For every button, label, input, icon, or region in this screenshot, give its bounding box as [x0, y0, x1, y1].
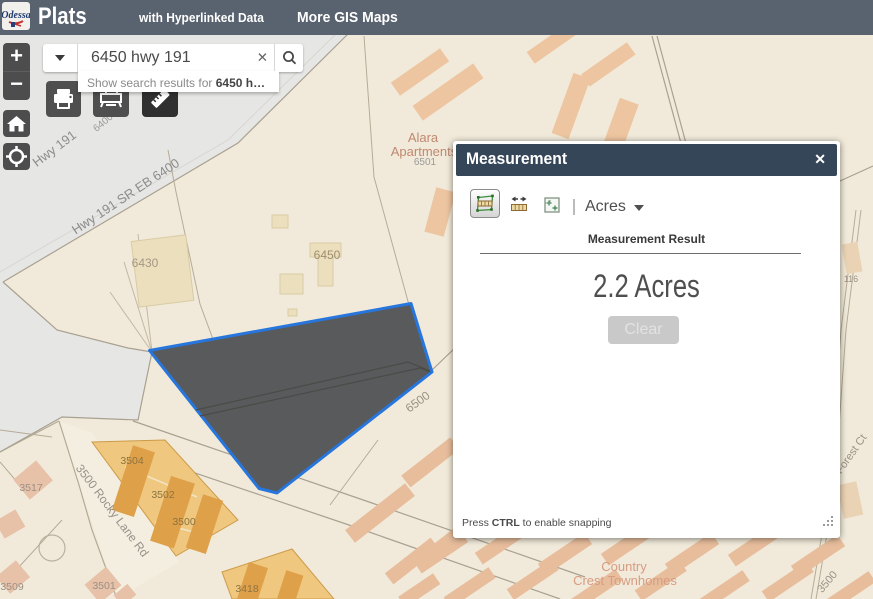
svg-text:Crest Townhomes: Crest Townhomes: [573, 573, 677, 588]
svg-text:3502: 3502: [151, 489, 175, 501]
svg-text:3509: 3509: [0, 581, 24, 593]
svg-text:6450: 6450: [314, 248, 341, 262]
svg-text:6430: 6430: [132, 256, 159, 270]
svg-text:6501: 6501: [414, 157, 437, 168]
svg-text:3501: 3501: [92, 580, 116, 592]
svg-text:Country: Country: [601, 559, 647, 574]
svg-text:3418: 3418: [235, 583, 259, 595]
svg-text:Odessa: Odessa: [2, 10, 30, 21]
svg-text:Alara: Alara: [408, 130, 439, 145]
svg-text:3500: 3500: [172, 516, 196, 528]
svg-text:116: 116: [844, 274, 858, 284]
svg-text:3517: 3517: [19, 482, 43, 494]
svg-text:3504: 3504: [120, 455, 144, 467]
